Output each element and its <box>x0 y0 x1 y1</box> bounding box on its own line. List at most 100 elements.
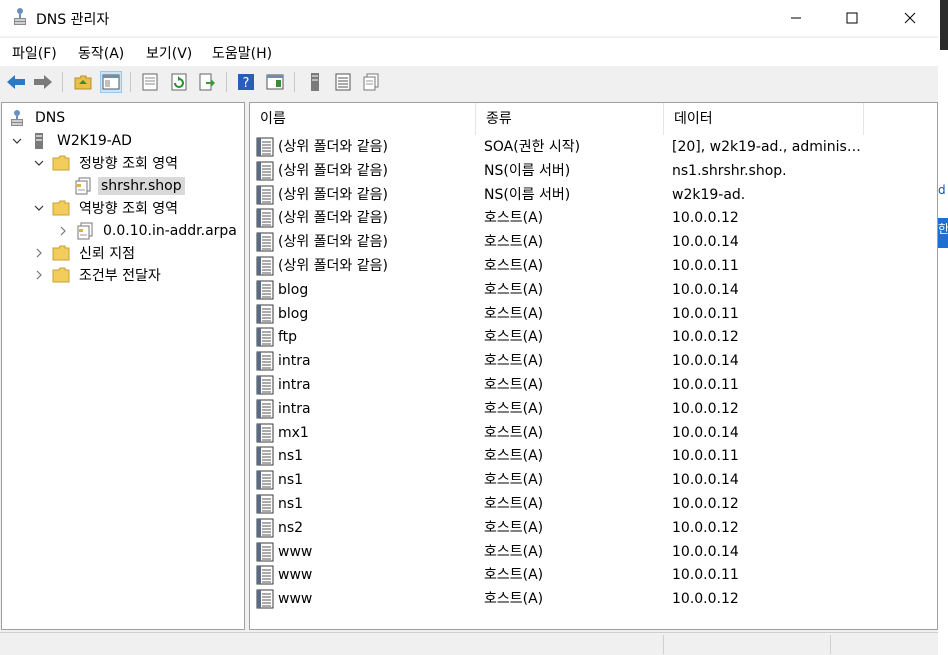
refresh-button[interactable] <box>168 71 190 93</box>
maximize-icon <box>846 12 858 24</box>
chevron-down-icon[interactable] <box>32 201 46 215</box>
forward-button[interactable] <box>32 71 54 93</box>
record-name: intra <box>278 353 311 370</box>
table-row[interactable]: intra 호스트(A) 10.0.0.12 <box>250 397 937 421</box>
menu-view[interactable]: 보기(V) <box>146 43 192 63</box>
table-row[interactable]: intra 호스트(A) 10.0.0.11 <box>250 373 937 397</box>
table-row[interactable]: www 호스트(A) 10.0.0.14 <box>250 540 937 564</box>
tree-label-server: W2K19-AD <box>57 133 132 149</box>
record-name: intra <box>278 400 311 417</box>
chevron-down-icon[interactable] <box>32 156 46 170</box>
show-action-pane-button[interactable] <box>264 71 286 93</box>
zone-icon <box>363 73 379 91</box>
tree-label-dns: DNS <box>35 110 66 126</box>
server-button[interactable] <box>304 71 326 93</box>
record-name: (상위 폴더와 같음) <box>278 186 388 203</box>
menu-file[interactable]: 파일(F) <box>12 43 57 63</box>
svg-text:?: ? <box>243 76 250 91</box>
export-list-button[interactable] <box>196 71 218 93</box>
zone-button[interactable] <box>360 71 382 93</box>
table-row[interactable]: blog 호스트(A) 10.0.0.11 <box>250 302 937 326</box>
record-name-cell: (상위 폴더와 같음) <box>256 135 478 159</box>
table-row[interactable]: ns1 호스트(A) 10.0.0.14 <box>250 468 937 492</box>
record-data: ns1.shrshr.shop. <box>672 162 787 179</box>
table-row[interactable]: blog 호스트(A) 10.0.0.14 <box>250 278 937 302</box>
window-title: DNS 관리자 <box>36 12 110 28</box>
table-row[interactable]: (상위 폴더와 같음) 호스트(A) 10.0.0.11 <box>250 254 937 278</box>
tree-node-server[interactable]: W2K19-AD <box>10 130 135 152</box>
tree-node-conditional-forwarders[interactable]: 조건부 전달자 <box>32 264 164 286</box>
close-button[interactable] <box>882 0 938 36</box>
tree-node-trust-points[interactable]: 신뢰 지점 <box>32 242 138 264</box>
table-row[interactable]: mx1 호스트(A) 10.0.0.14 <box>250 421 937 445</box>
maximize-button[interactable] <box>824 0 880 36</box>
record-data: w2k19-ad. <box>672 186 746 203</box>
table-row[interactable]: ftp 호스트(A) 10.0.0.12 <box>250 325 937 349</box>
tree-node-dns-root[interactable]: DNS <box>8 107 68 129</box>
record-name-cell: ns2 <box>256 516 478 540</box>
tree-label-conditional-forwarders: 조건부 전달자 <box>79 268 161 284</box>
column-header-type[interactable]: 종류 <box>476 103 664 135</box>
help-button[interactable]: ? <box>235 71 257 93</box>
tree-node-reverse-zone-item[interactable]: 0.0.10.in-addr.arpa <box>56 220 240 242</box>
chevron-down-icon[interactable] <box>10 134 24 148</box>
table-row[interactable]: ns1 호스트(A) 10.0.0.12 <box>250 492 937 516</box>
record-name: www <box>278 543 313 560</box>
record-name-cell: mx1 <box>256 421 478 445</box>
toolbar-separator <box>226 72 227 92</box>
dns-record-icon <box>256 185 274 205</box>
column-header-data[interactable]: 데이터 <box>664 103 864 135</box>
back-button[interactable] <box>5 71 27 93</box>
column-header-name[interactable]: 이름 <box>250 103 476 135</box>
show-hide-tree-button[interactable] <box>100 71 122 93</box>
record-name-cell: intra <box>256 397 478 421</box>
tree-label-forward-zones: 정방향 조회 영역 <box>79 156 179 172</box>
list-button[interactable] <box>332 71 354 93</box>
record-name-cell: intra <box>256 373 478 397</box>
chevron-right-icon[interactable] <box>32 268 46 282</box>
toolbar-separator <box>130 72 131 92</box>
properties-button[interactable] <box>139 71 161 93</box>
table-row[interactable]: ns2 호스트(A) 10.0.0.12 <box>250 516 937 540</box>
dns-manager-window: DNS 관리자 파일(F) 동작(A) 보기(V) 도움말(H) ? DNS W… <box>0 0 938 655</box>
record-type: NS(이름 서버) <box>484 162 571 179</box>
record-name-cell: ftp <box>256 325 478 349</box>
table-row[interactable]: (상위 폴더와 같음) NS(이름 서버) w2k19-ad. <box>250 183 937 207</box>
record-type: 호스트(A) <box>484 448 544 465</box>
table-row[interactable]: www 호스트(A) 10.0.0.12 <box>250 587 937 611</box>
up-folder-button[interactable] <box>72 71 94 93</box>
table-row[interactable]: ns1 호스트(A) 10.0.0.11 <box>250 444 937 468</box>
tree-node-reverse-zones[interactable]: 역방향 조회 영역 <box>32 197 181 219</box>
record-data: [20], w2k19-ad., administra... <box>672 139 862 155</box>
menu-action[interactable]: 동작(A) <box>78 43 124 63</box>
record-data: 10.0.0.12 <box>672 519 739 536</box>
dns-record-icon <box>256 399 274 419</box>
chevron-right-icon[interactable] <box>56 224 70 238</box>
menu-help[interactable]: 도움말(H) <box>212 43 272 63</box>
record-name: (상위 폴더와 같음) <box>278 234 388 251</box>
table-row[interactable]: (상위 폴더와 같음) NS(이름 서버) ns1.shrshr.shop. <box>250 159 937 183</box>
table-row[interactable]: www 호스트(A) 10.0.0.11 <box>250 563 937 587</box>
minimize-icon <box>791 17 801 19</box>
dns-record-icon <box>256 470 274 490</box>
record-data: 10.0.0.14 <box>672 472 739 489</box>
record-type: 호스트(A) <box>484 376 544 393</box>
record-name: ns1 <box>278 495 304 512</box>
up-folder-icon <box>74 75 92 90</box>
chevron-right-icon[interactable] <box>32 246 46 260</box>
table-row[interactable]: (상위 폴더와 같음) 호스트(A) 10.0.0.12 <box>250 206 937 230</box>
minimize-button[interactable] <box>768 0 824 36</box>
record-data: 10.0.0.14 <box>672 281 739 298</box>
tree-node-forward-zones[interactable]: 정방향 조회 영역 <box>32 152 181 174</box>
record-type: SOA(권한 시작) <box>484 139 581 155</box>
dns-record-icon <box>256 446 274 466</box>
table-row[interactable]: (상위 폴더와 같음) SOA(권한 시작) [20], w2k19-ad., ad… <box>250 135 937 159</box>
dns-record-icon <box>256 375 274 395</box>
record-name: (상위 폴더와 같음) <box>278 210 388 227</box>
table-row[interactable]: (상위 폴더와 같음) 호스트(A) 10.0.0.14 <box>250 230 937 254</box>
toolbar: ? <box>0 68 938 98</box>
table-row[interactable]: intra 호스트(A) 10.0.0.14 <box>250 349 937 373</box>
record-data: 10.0.0.14 <box>672 543 739 560</box>
dns-record-icon <box>256 280 274 300</box>
tree-node-forward-zone-item[interactable]: shrshr.shop <box>74 175 185 197</box>
